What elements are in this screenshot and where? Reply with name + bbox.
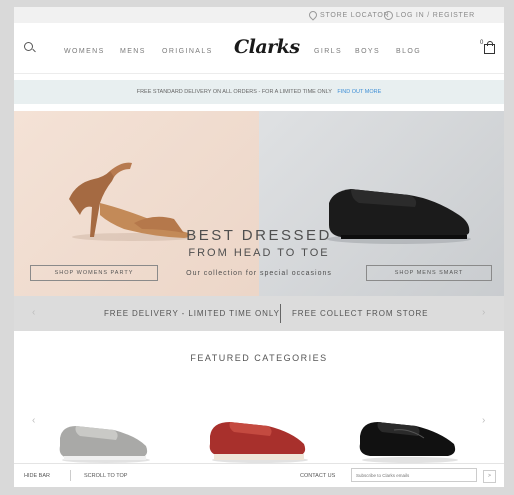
shop-womens-party-button[interactable]: SHOP WOMENS PARTY bbox=[30, 265, 158, 281]
nav-womens[interactable]: WOMENS bbox=[64, 48, 105, 55]
subscribe-submit-button[interactable]: > bbox=[483, 470, 496, 483]
chevron-left-icon[interactable]: ‹ bbox=[32, 307, 36, 318]
login-register-link[interactable]: LOG IN / REGISTER bbox=[384, 11, 475, 20]
delivery-strip: ‹ FREE DELIVERY - LIMITED TIME ONLY FREE… bbox=[14, 296, 504, 331]
nav-originals[interactable]: ORIGINALS bbox=[162, 48, 213, 55]
search-icon[interactable] bbox=[24, 42, 33, 51]
scroll-to-top-link[interactable]: SCROLL TO TOP bbox=[84, 473, 127, 479]
promo-text: FREE STANDARD DELIVERY ON ALL ORDERS - F… bbox=[136, 89, 332, 95]
clarks-logo[interactable]: Clarks bbox=[234, 36, 300, 58]
black-patent-shoe-image[interactable] bbox=[354, 412, 464, 464]
promo-banner: FREE STANDARD DELIVERY ON ALL ORDERS - F… bbox=[14, 80, 504, 104]
nav-girls[interactable]: GIRLS bbox=[314, 48, 342, 55]
hero-banner: BEST DRESSED FROM HEAD TO TOE Our collec… bbox=[14, 111, 504, 296]
page: STORE LOCATOR LOG IN / REGISTER WOMENS M… bbox=[14, 7, 504, 487]
nav-mens[interactable]: MENS bbox=[120, 48, 146, 55]
store-locator-link[interactable]: STORE LOCATOR bbox=[307, 9, 390, 21]
utility-bar: STORE LOCATOR LOG IN / REGISTER bbox=[14, 7, 504, 23]
strip-divider bbox=[280, 304, 281, 323]
free-delivery-text: FREE DELIVERY - LIMITED TIME ONLY bbox=[104, 309, 280, 318]
nav-boys[interactable]: BOYS bbox=[355, 48, 380, 55]
contact-us-link[interactable]: CONTACT US bbox=[300, 473, 335, 479]
featured-next-icon[interactable]: › bbox=[482, 415, 485, 426]
footer-bar: HIDE BAR SCROLL TO TOP CONTACT US > bbox=[14, 463, 504, 487]
hide-bar-link[interactable]: HIDE BAR bbox=[24, 473, 50, 479]
bag-icon[interactable] bbox=[484, 41, 495, 54]
hero-headline-line1: BEST DRESSED bbox=[186, 227, 332, 244]
store-locator-label: STORE LOCATOR bbox=[320, 11, 390, 19]
user-icon bbox=[384, 11, 393, 20]
shop-mens-smart-button[interactable]: SHOP MENS SMART bbox=[366, 265, 492, 281]
chevron-right-icon[interactable]: › bbox=[482, 307, 486, 318]
footer-divider bbox=[70, 470, 71, 481]
main-nav: WOMENS MENS ORIGINALS Clarks GIRLS BOYS … bbox=[14, 25, 504, 74]
find-out-more-link[interactable]: FIND OUT MORE bbox=[337, 89, 381, 95]
cart-count: 0 bbox=[480, 40, 484, 46]
silver-slip-on-image[interactable] bbox=[54, 412, 154, 464]
red-casual-shoe-image[interactable] bbox=[204, 410, 314, 464]
nav-blog[interactable]: BLOG bbox=[396, 48, 421, 55]
featured-prev-icon[interactable]: ‹ bbox=[32, 415, 35, 426]
featured-categories-title: FEATURED CATEGORIES bbox=[190, 353, 328, 363]
subscribe-email-input[interactable] bbox=[351, 468, 477, 482]
location-pin-icon bbox=[307, 9, 319, 21]
free-collect-text: FREE COLLECT FROM STORE bbox=[292, 309, 429, 318]
hero-headline-line2: FROM HEAD TO TOE bbox=[188, 247, 330, 259]
login-register-label: LOG IN / REGISTER bbox=[396, 12, 475, 19]
